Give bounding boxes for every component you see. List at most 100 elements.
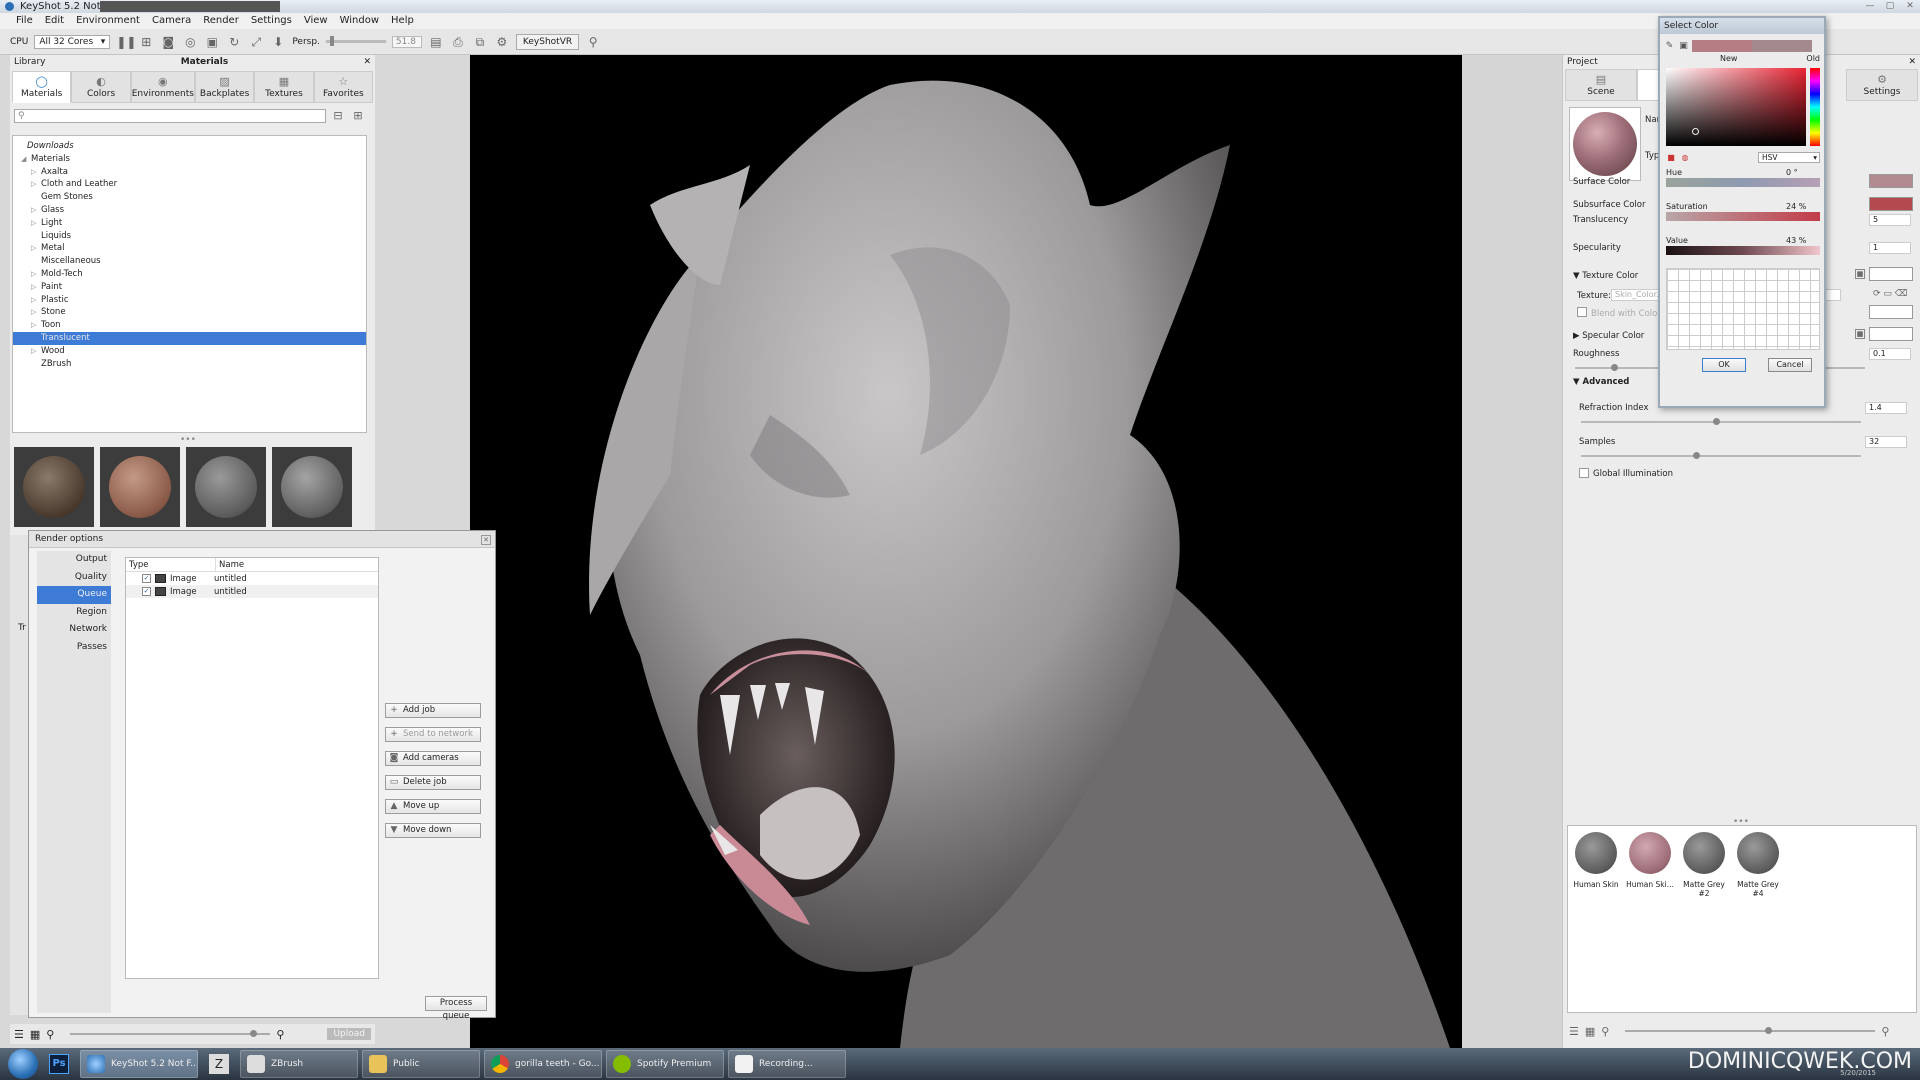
tree-item[interactable]: ▷ Stone <box>13 306 366 319</box>
global-illumination-checkbox[interactable] <box>1579 468 1589 478</box>
expand-arrow-icon[interactable]: ▷ <box>31 306 36 319</box>
samples-slider[interactable] <box>1581 452 1861 459</box>
expand-arrow-icon[interactable]: ▷ <box>31 268 36 281</box>
job-checkbox[interactable]: ✓ <box>142 574 151 583</box>
tab-favorites[interactable]: ☆ Favorites <box>313 71 374 103</box>
cores-select[interactable]: All 32 Cores ▾ <box>34 34 111 49</box>
render-icon[interactable]: ▤ <box>428 34 444 50</box>
nav-quality[interactable]: Quality <box>37 569 111 587</box>
photoshop-pin[interactable]: Ps <box>42 1050 76 1078</box>
specular-color-label[interactable]: ▶ Specular Color <box>1573 331 1644 341</box>
expand-arrow-icon[interactable]: ▷ <box>31 166 36 179</box>
lock-icon[interactable]: ▣ <box>204 34 220 50</box>
hue-strip[interactable] <box>1810 68 1820 146</box>
swatch-icon[interactable]: ■ <box>1666 153 1676 163</box>
panel-close-icon[interactable]: ✕ <box>1908 57 1916 67</box>
taskbar-item-recording[interactable]: Recording... <box>728 1050 846 1078</box>
tab-scene[interactable]: ▤ Scene <box>1565 69 1637 101</box>
blend-checkbox[interactable] <box>1577 307 1587 317</box>
translucency-input[interactable]: 5 <box>1869 214 1911 226</box>
print-icon[interactable]: ⎙ <box>450 34 466 50</box>
library-search-input[interactable]: ⚲ <box>14 109 326 123</box>
scene-material-item[interactable]: Matte Grey #2 <box>1678 832 1730 898</box>
splitter-grip[interactable]: ••• <box>180 435 196 445</box>
tree-item-materials[interactable]: ◢ Materials <box>13 153 366 166</box>
geometry-icon[interactable]: ⧉ <box>472 34 488 50</box>
grid-view-icon[interactable]: ▦ <box>30 1028 40 1041</box>
start-button[interactable] <box>8 1049 38 1079</box>
tab-textures[interactable]: ▦ Textures <box>254 71 314 103</box>
camera-icon[interactable]: ◎ <box>182 34 198 50</box>
taskbar-item-spotify[interactable]: Spotify Premium <box>606 1050 724 1078</box>
tree-item[interactable]: ▷ Light <box>13 217 366 230</box>
nav-region[interactable]: Region <box>37 604 111 622</box>
tree-item[interactable]: ▷ Paint <box>13 281 366 294</box>
collapse-arrow-icon[interactable]: ◢ <box>21 153 26 166</box>
menu-settings[interactable]: Settings <box>245 13 298 29</box>
delete-job-button[interactable]: ▭ Delete job <box>385 775 481 790</box>
move-up-button[interactable]: ▲ Move up <box>385 799 481 814</box>
saturation-value[interactable]: 24 % <box>1786 202 1820 211</box>
ok-button[interactable]: OK <box>1702 358 1746 372</box>
upload-button[interactable]: Upload <box>327 1028 371 1040</box>
menu-render[interactable]: Render <box>197 13 245 29</box>
tree-item[interactable]: ▷ Axalta <box>13 166 366 179</box>
minimize-icon[interactable]: — <box>1860 0 1880 12</box>
tree-item[interactable]: ▷ Cloth and Leather <box>13 178 366 191</box>
expand-arrow-icon[interactable]: ▷ <box>31 217 36 230</box>
texture-checker-icon[interactable]: ▦ <box>1855 269 1865 279</box>
fov-value[interactable]: 51.8 <box>391 35 422 48</box>
thumbnail-size-slider[interactable] <box>70 1030 271 1037</box>
menu-view[interactable]: View <box>298 13 334 29</box>
advanced-section[interactable]: ▼ Advanced <box>1573 377 1629 387</box>
custom-color-grid[interactable] <box>1666 268 1820 350</box>
material-thumbnail[interactable] <box>186 447 266 527</box>
send-to-network-button[interactable]: + Send to network <box>385 727 481 742</box>
color-wheel-icon[interactable]: ◍ <box>1680 153 1690 163</box>
expand-arrow-icon[interactable]: ▷ <box>31 242 36 255</box>
eyedropper-icon[interactable]: ✎ <box>1664 41 1675 52</box>
menu-camera[interactable]: Camera <box>146 13 197 29</box>
nav-passes[interactable]: Passes <box>37 639 111 657</box>
material-thumbnail[interactable] <box>272 447 352 527</box>
scene-material-item[interactable]: Human Ski... <box>1624 832 1676 889</box>
material-preview[interactable] <box>1569 107 1641 181</box>
expand-arrow-icon[interactable]: ▷ <box>31 281 36 294</box>
specularity-input[interactable]: 1 <box>1869 242 1911 254</box>
taskbar-item-keyshot[interactable]: KeyShot 5.2 Not F... <box>80 1050 198 1078</box>
tab-materials[interactable]: ◯ Materials <box>12 71 72 103</box>
zbrush-pin[interactable]: Z <box>202 1050 236 1078</box>
taskbar-item-zbrush[interactable]: ZBrush <box>240 1050 358 1078</box>
folder-search-icon[interactable]: ⊟ <box>330 109 346 123</box>
refraction-input[interactable]: 1.4 <box>1865 402 1907 414</box>
menu-help[interactable]: Help <box>385 13 420 29</box>
maximize-icon[interactable]: ▢ <box>1880 0 1900 12</box>
add-job-button[interactable]: + Add job <box>385 703 481 718</box>
hue-value[interactable]: 0 ° <box>1786 168 1820 177</box>
tab-environments[interactable]: ◉ Environments <box>130 71 195 103</box>
texture-tools-icons[interactable]: ⟳ ▭ ⌫ <box>1873 289 1908 299</box>
tree-item[interactable]: Gem Stones <box>13 191 366 204</box>
subsurface-color-swatch[interactable] <box>1869 197 1913 211</box>
thumbnail-size-slider[interactable] <box>1625 1027 1876 1034</box>
table-row[interactable]: ✓ Image untitled <box>126 572 378 585</box>
column-type[interactable]: Type <box>126 558 216 571</box>
fov-slider[interactable] <box>325 36 386 46</box>
menu-edit[interactable]: Edit <box>39 13 70 29</box>
tree-item[interactable]: ▷ Glass <box>13 204 366 217</box>
column-name[interactable]: Name <box>216 558 244 571</box>
material-thumbnail[interactable] <box>100 447 180 527</box>
texture-color-label[interactable]: ▼ Texture Color <box>1573 271 1638 281</box>
specular-color-swatch[interactable] <box>1869 327 1913 341</box>
render-viewport[interactable] <box>470 55 1462 1048</box>
list-view-icon[interactable]: ☰ <box>1569 1025 1579 1038</box>
job-checkbox[interactable]: ✓ <box>142 587 151 596</box>
specular-checker-icon[interactable]: ▦ <box>1855 329 1865 339</box>
list-view-icon[interactable]: ☰ <box>14 1028 24 1041</box>
expand-arrow-icon[interactable]: ▷ <box>31 178 36 191</box>
process-queue-button[interactable]: Process queue <box>425 996 487 1021</box>
slider-knob[interactable] <box>1611 364 1618 371</box>
fit-icon[interactable]: ⤢ <box>248 34 264 50</box>
tree-item-selected[interactable]: Translucent <box>13 331 366 345</box>
screenshot-icon[interactable]: ◙ <box>160 34 176 50</box>
